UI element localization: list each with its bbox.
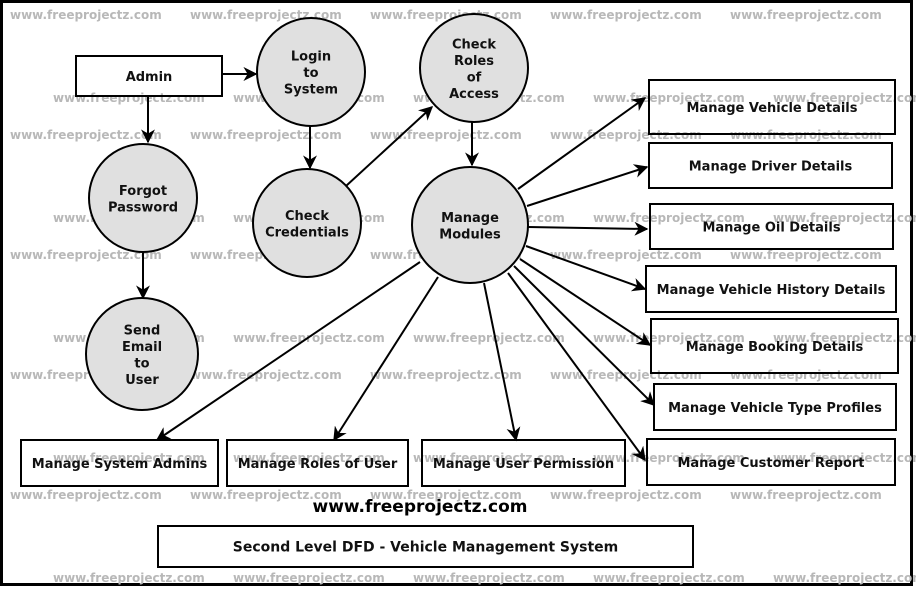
watermark-text: www.freeprojectz.com bbox=[730, 488, 882, 502]
watermark-text: www.freeprojectz.com bbox=[10, 8, 162, 22]
box-label: Manage Driver Details bbox=[689, 160, 853, 175]
process-label: Password bbox=[108, 200, 178, 215]
watermark-text: www.freeprojectz.com bbox=[10, 128, 162, 142]
box-label: Manage Vehicle History Details bbox=[657, 283, 886, 298]
process-label: Manage bbox=[441, 211, 499, 226]
box-label: Manage System Admins bbox=[32, 457, 208, 472]
process-login: Loginto System bbox=[256, 17, 366, 127]
process-label: Roles bbox=[454, 54, 494, 69]
box-label: Manage Roles of User bbox=[238, 457, 398, 472]
module-vehicle-history-details: Manage Vehicle History Details bbox=[645, 265, 897, 313]
module-booking-details: Manage Booking Details bbox=[650, 318, 899, 374]
process-label: of bbox=[467, 70, 482, 85]
process-label: Forgot bbox=[119, 184, 167, 199]
watermark-text: www.freeprojectz.com bbox=[730, 248, 882, 262]
watermark-text: www.freeprojectz.com bbox=[53, 571, 205, 585]
watermark-text: www.freeprojectz.com bbox=[413, 331, 565, 345]
process-check-roles: Check Rolesof Access bbox=[419, 13, 529, 123]
process-label: Modules bbox=[439, 227, 501, 242]
watermark-text: www.freeprojectz.com bbox=[550, 488, 702, 502]
box-label: Admin bbox=[126, 70, 173, 85]
module-user-permission: Manage User Permission bbox=[421, 439, 626, 487]
watermark-text: www.freeprojectz.com bbox=[550, 8, 702, 22]
box-label: Manage User Permission bbox=[433, 457, 614, 472]
website-text: www.freeprojectz.com bbox=[313, 497, 528, 517]
module-roles-of-user: Manage Roles of User bbox=[226, 439, 409, 487]
process-label: Send bbox=[124, 323, 161, 338]
process-label: Check bbox=[452, 37, 496, 52]
process-label: to bbox=[303, 66, 318, 81]
box-label: Manage Vehicle Details bbox=[686, 101, 857, 116]
process-label: Login bbox=[291, 50, 331, 65]
watermark-text: www.freeprojectz.com bbox=[413, 571, 565, 585]
process-label: Credentials bbox=[265, 225, 349, 240]
watermark-text: www.freeprojectz.com bbox=[233, 571, 385, 585]
dfd-diagram: www.freeprojectz.com www.freeprojectz.com… bbox=[0, 0, 916, 587]
diagram-title-box: Second Level DFD - Vehicle Management Sy… bbox=[157, 525, 694, 568]
watermark-text: www.freeprojectz.com bbox=[370, 368, 522, 382]
watermark-text: www.freeprojectz.com bbox=[10, 488, 162, 502]
box-label: Second Level DFD - Vehicle Management Sy… bbox=[233, 540, 618, 556]
process-label: Access bbox=[449, 87, 499, 102]
watermark-text: www.freeprojectz.com bbox=[370, 128, 522, 142]
module-vehicle-details: Manage Vehicle Details bbox=[648, 79, 896, 135]
box-label: Manage Vehicle Type Profiles bbox=[668, 401, 882, 416]
watermark-text: www.freeprojectz.com bbox=[593, 571, 745, 585]
dfd-canvas: www.freeprojectz.com www.freeprojectz.com… bbox=[0, 0, 916, 586]
process-check-credentials: CheckCredentials bbox=[252, 168, 362, 278]
process-label: to bbox=[134, 356, 149, 371]
box-label: Manage Customer Report bbox=[677, 456, 864, 471]
watermark-text: www.freeprojectz.com bbox=[190, 368, 342, 382]
module-system-admins: Manage System Admins bbox=[20, 439, 219, 487]
module-vehicle-type-profiles: Manage Vehicle Type Profiles bbox=[653, 383, 897, 431]
watermark-text: www.freeprojectz.com bbox=[190, 128, 342, 142]
watermark-text: www.freeprojectz.com bbox=[550, 248, 702, 262]
process-label: User bbox=[125, 373, 159, 388]
box-label: Manage Oil Details bbox=[702, 221, 840, 236]
process-manage-modules: ManageModules bbox=[411, 166, 529, 284]
entity-admin: Admin bbox=[75, 55, 223, 97]
process-send-email: Send Emailto User bbox=[85, 297, 199, 411]
module-oil-details: Manage Oil Details bbox=[649, 203, 894, 250]
module-customer-report: Manage Customer Report bbox=[646, 438, 896, 486]
process-label: Email bbox=[122, 340, 162, 355]
process-label: Check bbox=[285, 209, 329, 224]
process-forgot-password: ForgotPassword bbox=[88, 143, 198, 253]
process-label: System bbox=[284, 83, 338, 98]
watermark-text: www.freeprojectz.com bbox=[773, 571, 916, 585]
box-label: Manage Booking Details bbox=[686, 340, 864, 355]
watermark-text: www.freeprojectz.com bbox=[730, 8, 882, 22]
module-driver-details: Manage Driver Details bbox=[648, 142, 893, 189]
